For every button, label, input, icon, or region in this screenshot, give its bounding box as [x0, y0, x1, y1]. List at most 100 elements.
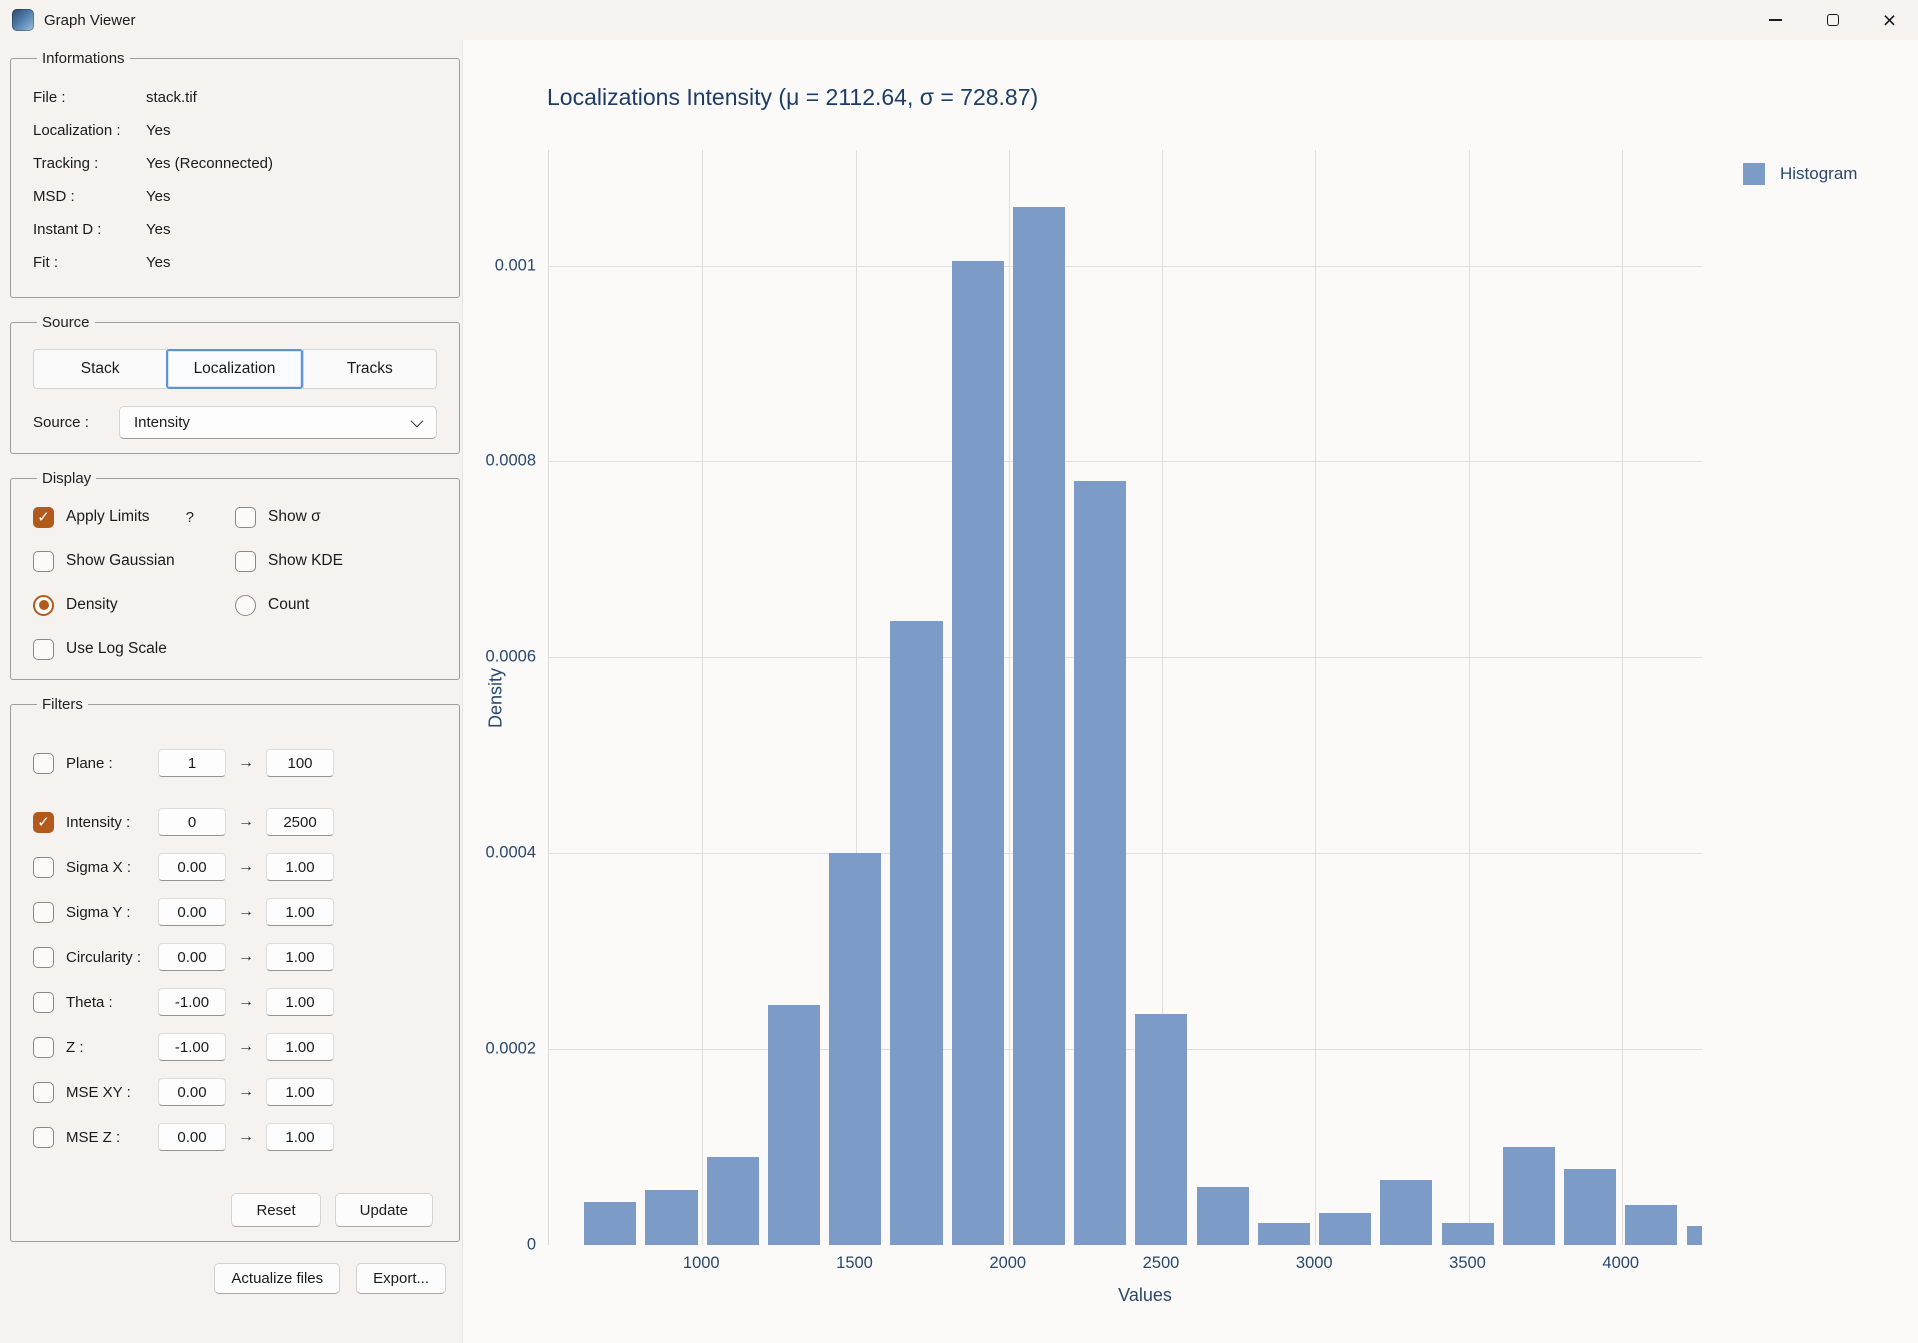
use-log-scale-label: Use Log Scale — [66, 640, 167, 658]
y-tick-label: 0.0002 — [486, 1040, 536, 1059]
x-tick-label: 4000 — [1602, 1254, 1639, 1273]
info-value: Yes — [146, 188, 437, 205]
legend-label: Histogram — [1780, 164, 1857, 184]
informations-group: Informations File :stack.tifLocalization… — [10, 50, 460, 298]
update-button[interactable]: Update — [335, 1193, 433, 1227]
arrow-right-icon: → — [238, 754, 254, 772]
chevron-down-icon — [411, 415, 424, 428]
histogram-bar — [584, 1202, 636, 1245]
plot-area — [548, 150, 1702, 1245]
source-legend: Source — [37, 314, 95, 331]
gridline — [1622, 150, 1623, 1245]
info-row: MSD :Yes — [33, 180, 437, 213]
filter-checkbox[interactable] — [33, 1082, 54, 1103]
histogram-bar — [645, 1190, 697, 1245]
filter-label: Theta : — [66, 994, 144, 1011]
actualize-files-button[interactable]: Actualize files — [214, 1263, 340, 1294]
show-kde-checkbox[interactable] — [235, 551, 256, 572]
use-log-scale-checkbox[interactable] — [33, 639, 54, 660]
filter-max-input[interactable] — [266, 853, 334, 881]
filter-min-input[interactable] — [158, 898, 226, 926]
filter-min-input[interactable] — [158, 1123, 226, 1151]
filter-label: Plane : — [66, 755, 144, 772]
filter-label: Sigma Y : — [66, 904, 144, 921]
arrow-right-icon: → — [238, 993, 254, 1011]
filter-checkbox[interactable] — [33, 753, 54, 774]
filter-checkbox[interactable]: ✓ — [33, 812, 54, 833]
filter-checkbox[interactable] — [33, 992, 54, 1013]
filter-max-input[interactable] — [266, 943, 334, 971]
info-row: Localization :Yes — [33, 114, 437, 147]
histogram-bar — [1503, 1147, 1555, 1245]
x-tick-label: 3000 — [1296, 1254, 1333, 1273]
panel-footer: Actualize files Export... — [10, 1263, 446, 1294]
x-axis-label: Values — [1118, 1285, 1172, 1306]
histogram-bar — [1074, 481, 1126, 1245]
histogram-bar — [1319, 1213, 1371, 1245]
filter-max-input[interactable] — [266, 988, 334, 1016]
show-sigma-checkbox[interactable] — [235, 507, 256, 528]
histogram-bar — [890, 621, 942, 1245]
show-gaussian-checkbox[interactable] — [33, 551, 54, 572]
source-group: Source StackLocalizationTracks Source : … — [10, 314, 460, 454]
filter-min-input[interactable] — [158, 943, 226, 971]
y-tick-label: 0.001 — [495, 256, 536, 275]
filter-label: Intensity : — [66, 814, 144, 831]
filter-checkbox[interactable] — [33, 1127, 54, 1148]
source-tab-bar: StackLocalizationTracks — [33, 349, 437, 389]
filter-min-input[interactable] — [158, 1033, 226, 1061]
source-tab-localization[interactable]: Localization — [166, 349, 302, 389]
gridline — [549, 266, 1702, 267]
filter-checkbox[interactable] — [33, 1037, 54, 1058]
filter-max-input[interactable] — [266, 808, 334, 836]
histogram-bar — [952, 261, 1004, 1245]
arrow-right-icon: → — [238, 1038, 254, 1056]
filter-min-input[interactable] — [158, 988, 226, 1016]
arrow-right-icon: → — [238, 903, 254, 921]
info-label: Tracking : — [33, 155, 146, 172]
source-dropdown-value: Intensity — [134, 414, 411, 431]
count-label: Count — [268, 596, 309, 614]
filter-max-input[interactable] — [266, 898, 334, 926]
filter-min-input[interactable] — [158, 808, 226, 836]
filter-min-input[interactable] — [158, 749, 226, 777]
filter-checkbox[interactable] — [33, 947, 54, 968]
histogram-bar — [1197, 1187, 1249, 1245]
filter-checkbox[interactable] — [33, 857, 54, 878]
filter-min-input[interactable] — [158, 853, 226, 881]
gridline — [1469, 150, 1470, 1245]
source-dropdown[interactable]: Intensity — [119, 406, 437, 439]
density-radio[interactable] — [33, 595, 54, 616]
filter-max-input[interactable] — [266, 1123, 334, 1151]
show-kde-label: Show KDE — [268, 552, 343, 570]
filter-max-input[interactable] — [266, 749, 334, 777]
source-tab-tracks[interactable]: Tracks — [303, 349, 437, 389]
help-icon: ? — [186, 509, 194, 526]
filter-max-input[interactable] — [266, 1078, 334, 1106]
filter-min-input[interactable] — [158, 1078, 226, 1106]
reset-button[interactable]: Reset — [231, 1193, 320, 1227]
histogram-bar — [768, 1005, 820, 1245]
filter-max-input[interactable] — [266, 1033, 334, 1061]
filter-checkbox[interactable] — [33, 902, 54, 923]
arrow-right-icon: → — [238, 1128, 254, 1146]
export-button[interactable]: Export... — [356, 1263, 446, 1294]
source-tab-stack[interactable]: Stack — [33, 349, 166, 389]
info-row: Fit :Yes — [33, 246, 437, 279]
arrow-right-icon: → — [238, 813, 254, 831]
arrow-right-icon: → — [238, 1083, 254, 1101]
count-radio[interactable] — [235, 595, 256, 616]
info-label: Fit : — [33, 254, 146, 271]
info-value: Yes — [146, 122, 437, 139]
chart-title: Localizations Intensity (μ = 2112.64, σ … — [547, 84, 1038, 111]
histogram-bar — [1013, 207, 1065, 1245]
filter-row: Circularity :→ — [33, 941, 437, 973]
y-tick-label: 0.0008 — [486, 452, 536, 471]
x-tick-label: 1000 — [683, 1254, 720, 1273]
info-label: Instant D : — [33, 221, 146, 238]
source-dropdown-label: Source : — [33, 414, 119, 431]
filter-row: Theta : → — [33, 986, 437, 1018]
apply-limits-checkbox[interactable]: ✓ — [33, 507, 54, 528]
arrow-right-icon: → — [238, 858, 254, 876]
info-label: MSD : — [33, 188, 146, 205]
